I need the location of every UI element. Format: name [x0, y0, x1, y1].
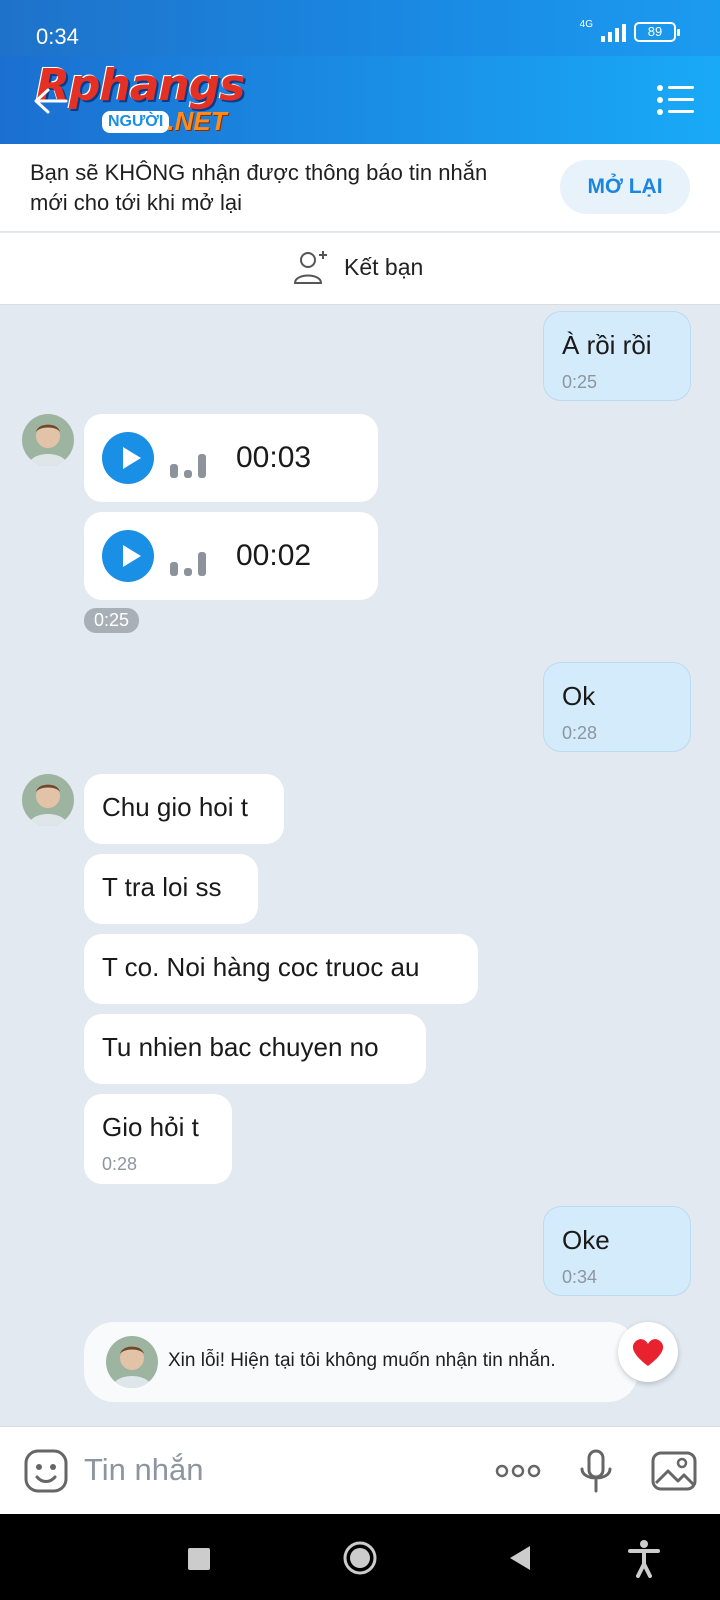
battery-level: 89: [647, 24, 663, 39]
auto-reply-text: Xin lỗi! Hiện tại tôi không muốn nhận ti…: [168, 1350, 556, 1371]
contact-avatar[interactable]: [22, 414, 74, 466]
status-icons: 4G 89: [579, 18, 680, 42]
recents-icon[interactable]: [178, 1538, 218, 1578]
system-nav-bar: [0, 1514, 720, 1600]
message-time: 0:28: [102, 1154, 138, 1174]
app-header: Rphangs NGƯỜI .NET: [0, 56, 720, 144]
message-text: Oke: [562, 1225, 610, 1255]
message-time: 0:25: [562, 372, 598, 392]
microphone-icon[interactable]: [572, 1447, 620, 1495]
message-text: T tra loi ss: [102, 872, 222, 902]
add-friend-label: Kết bạn: [344, 253, 424, 280]
status-bar: 0:34 4G 89: [0, 0, 720, 56]
back-arrow-icon[interactable]: [30, 86, 70, 116]
sticker-icon[interactable]: [22, 1447, 70, 1495]
notice-text: Bạn sẽ KHÔNG nhận được thông báo tin nhắ…: [30, 160, 488, 215]
message-bubble-mine[interactable]: Ok 0:28: [543, 662, 691, 752]
message-text: Ok: [562, 681, 596, 711]
message-text: T co. Noi hàng coc truoc au: [102, 952, 420, 982]
chat-area[interactable]: À rồi rồi 0:25 00:03 00:02 0:25 Ok 0:28 …: [0, 306, 720, 1426]
message-time: 0:28: [562, 723, 598, 743]
mute-notice: Bạn sẽ KHÔNG nhận được thông báo tin nhắ…: [0, 144, 720, 232]
message-time: 0:25: [84, 608, 140, 633]
message-text: Tu nhien bac chuyen no: [102, 1032, 379, 1062]
add-friend-button[interactable]: Kết bạn: [292, 247, 423, 287]
message-bubble-other[interactable]: T tra loi ss: [84, 854, 258, 924]
image-icon[interactable]: [650, 1447, 698, 1495]
message-input-bar: [0, 1426, 720, 1514]
message-bubble-other[interactable]: T co. Noi hàng coc truoc au: [84, 934, 478, 1004]
audio-wave-icon: [170, 542, 206, 576]
auto-reply-banner: Xin lỗi! Hiện tại tôi không muốn nhận ti…: [84, 1322, 638, 1402]
signal-icon: [601, 22, 626, 42]
add-friend-icon: [293, 251, 327, 284]
contact-avatar: [106, 1336, 158, 1388]
accessibility-icon[interactable]: [624, 1538, 664, 1578]
network-type: 4G: [579, 18, 593, 30]
message-text: À rồi rồi: [562, 330, 652, 360]
logo-sub: NGƯỜI .NET: [102, 106, 227, 137]
contact-avatar[interactable]: [22, 774, 74, 826]
play-icon[interactable]: [102, 432, 154, 484]
back-icon[interactable]: [500, 1538, 540, 1578]
message-text: Gio hỏi t: [102, 1112, 199, 1142]
message-bubble-mine[interactable]: À rồi rồi 0:25: [543, 311, 691, 401]
voice-duration: 00:03: [236, 441, 312, 474]
battery-icon: 89: [634, 22, 680, 42]
menu-list-icon[interactable]: [656, 82, 696, 118]
audio-wave-icon: [170, 444, 206, 478]
message-bubble-other[interactable]: Tu nhien bac chuyen no: [84, 1014, 426, 1084]
react-heart-button[interactable]: [618, 1322, 678, 1382]
home-icon[interactable]: [340, 1538, 380, 1578]
play-icon[interactable]: [102, 530, 154, 582]
logo-net: .NET: [167, 106, 227, 136]
status-time: 0:34: [36, 24, 79, 49]
reopen-button[interactable]: MỞ LẠI: [560, 160, 690, 214]
message-bubble-other[interactable]: Gio hỏi t 0:28: [84, 1094, 232, 1184]
message-time: 0:34: [562, 1267, 598, 1287]
voice-duration: 00:02: [236, 539, 312, 572]
message-input[interactable]: [84, 1447, 464, 1493]
voice-message[interactable]: 00:02: [84, 512, 378, 600]
message-bubble-mine[interactable]: Oke 0:34: [543, 1206, 691, 1296]
message-bubble-other[interactable]: Chu gio hoi t: [84, 774, 284, 844]
heart-icon: [632, 1339, 664, 1366]
message-text: Chu gio hoi t: [102, 792, 248, 822]
voice-message[interactable]: 00:03: [84, 414, 378, 502]
logo-badge: NGƯỜI: [102, 110, 170, 133]
add-friend-bar[interactable]: Kết bạn: [0, 233, 720, 305]
more-icon[interactable]: [494, 1447, 542, 1495]
